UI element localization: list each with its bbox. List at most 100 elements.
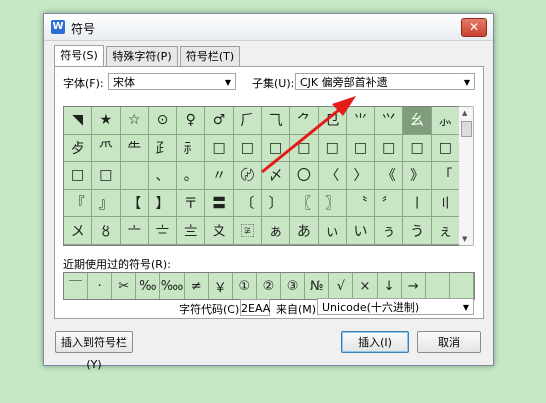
recent-symbol-cell[interactable]: №	[305, 273, 330, 299]
recent-symbol-cell[interactable]	[450, 273, 474, 299]
symbol-cell[interactable]: 〞	[375, 189, 404, 218]
symbol-cell[interactable]: □	[290, 134, 319, 163]
symbol-cell[interactable]: ★	[92, 107, 121, 135]
symbol-cell[interactable]: い	[346, 217, 376, 245]
symbol-cell[interactable]: 〇	[290, 162, 319, 190]
insert-button[interactable]: 插入(I)	[341, 331, 409, 353]
symbol-cell[interactable]: ⺪	[148, 134, 178, 163]
symbol-cell[interactable]: ⺬	[177, 134, 206, 163]
symbol-cell[interactable]: ⺍	[375, 107, 404, 135]
symbol-cell[interactable]: ⺄	[262, 107, 291, 135]
recent-symbol-cell[interactable]: ②	[257, 273, 282, 299]
symbol-cell[interactable]: 〦	[120, 217, 149, 245]
charcode-input[interactable]: 2EAA	[240, 299, 270, 316]
symbol-cell[interactable]: 〾	[233, 217, 262, 245]
symbol-cell[interactable]: ⺋	[318, 107, 347, 135]
recent-symbol-cell[interactable]: →	[402, 273, 426, 299]
close-icon[interactable]: ✕	[461, 18, 487, 37]
symbol-cell[interactable]: 』	[92, 189, 121, 218]
scroll-thumb[interactable]	[461, 121, 472, 137]
subset-select[interactable]: CJK 偏旁部首补遗 ▼	[295, 73, 475, 90]
symbol-cell[interactable]: 〒	[177, 189, 206, 218]
symbol-cell[interactable]: □	[431, 134, 460, 163]
symbol-cell[interactable]: ぇ	[431, 217, 460, 245]
symbol-cell[interactable]: 〨	[177, 217, 206, 245]
symbol-cell[interactable]: 〧	[148, 217, 178, 245]
symbol-cell[interactable]: 〃	[205, 162, 234, 190]
symbol-cell[interactable]: 「	[431, 162, 460, 190]
recent-symbol-cell[interactable]: ￣	[64, 273, 89, 299]
recent-symbol-cell[interactable]: ￥	[209, 273, 233, 299]
symbol-cell[interactable]: □	[262, 134, 291, 163]
symbol-cell[interactable]: 〕	[262, 189, 291, 218]
symbol-cell[interactable]	[120, 162, 149, 190]
scroll-down-icon[interactable]: ▼	[462, 235, 467, 243]
symbol-cell[interactable]: 。	[177, 162, 206, 190]
recent-symbol-cell[interactable]: ×	[353, 273, 378, 299]
recent-symbol-cell[interactable]: ·	[88, 273, 113, 299]
symbol-cell[interactable]: □	[318, 134, 347, 163]
symbol-cell[interactable]: ⺁	[233, 107, 262, 135]
symbol-cell[interactable]: ♀	[177, 107, 206, 135]
recent-symbol-cell[interactable]	[426, 273, 450, 299]
recent-symbol-cell[interactable]: ‰	[136, 273, 161, 299]
symbol-cell[interactable]: ◥	[64, 107, 93, 135]
symbol-cell[interactable]: 、	[148, 162, 178, 190]
scroll-up-icon[interactable]: ▲	[462, 109, 467, 117]
symbol-cell[interactable]: □	[205, 134, 234, 163]
symbol-cell[interactable]: ⺞	[64, 134, 93, 163]
symbol-cell[interactable]: ぃ	[318, 217, 347, 245]
symbol-cell[interactable]: ☆	[120, 107, 149, 135]
symbol-cell[interactable]: ⺓	[403, 107, 432, 135]
symbol-cell[interactable]: 〓	[205, 189, 234, 218]
symbol-cell[interactable]: ⺌	[346, 107, 376, 135]
symbol-cell[interactable]: 〥	[92, 217, 121, 245]
symbol-cell[interactable]: □	[233, 134, 262, 163]
symbol-cell[interactable]: 〖	[290, 189, 319, 218]
recent-symbol-cell[interactable]: ③	[281, 273, 306, 299]
symbol-cell[interactable]: ⺥	[92, 134, 121, 163]
recent-symbol-cell[interactable]: ‱	[160, 273, 185, 299]
insert-to-bar-button[interactable]: 插入到符号栏(Y)	[55, 331, 133, 371]
symbol-cell[interactable]: ♂	[205, 107, 234, 135]
tab-symbols[interactable]: 符号(S)	[54, 45, 104, 67]
symbol-cell[interactable]: 】	[148, 189, 178, 218]
symbol-cell[interactable]: 〄	[233, 162, 262, 190]
recent-symbol-cell[interactable]: ≠	[185, 273, 209, 299]
symbol-cell[interactable]: 〤	[64, 217, 93, 245]
symbol-cell[interactable]: □	[64, 162, 93, 190]
symbol-cell[interactable]: う	[403, 217, 432, 245]
grid-scrollbar[interactable]: ▲ ▼	[459, 106, 474, 246]
symbol-cell[interactable]: 〆	[262, 162, 291, 190]
symbol-cell[interactable]: 〡	[403, 189, 432, 218]
symbol-cell[interactable]: 〔	[233, 189, 262, 218]
symbol-cell[interactable]: ⺗	[431, 107, 460, 135]
symbol-cell[interactable]: ぁ	[262, 217, 291, 245]
cancel-button[interactable]: 取消	[417, 331, 481, 353]
symbol-cell[interactable]: ぅ	[375, 217, 404, 245]
recent-symbol-cell[interactable]: ①	[233, 273, 257, 299]
symbol-cell[interactable]: 〢	[431, 189, 460, 218]
tab-special-chars[interactable]: 特殊字符(P)	[106, 46, 178, 66]
symbol-cell[interactable]: 【	[120, 189, 149, 218]
symbol-cell[interactable]: ⺧	[120, 134, 149, 163]
symbol-cell[interactable]: □	[375, 134, 404, 163]
symbol-cell[interactable]: 『	[64, 189, 93, 218]
symbol-cell[interactable]: 〩	[205, 217, 234, 245]
symbol-cell[interactable]: □	[346, 134, 376, 163]
symbol-cell[interactable]: 〗	[318, 189, 347, 218]
tab-symbol-bar[interactable]: 符号栏(T)	[180, 46, 240, 66]
symbol-cell[interactable]: 〉	[346, 162, 376, 190]
font-select[interactable]: 宋体 ▼	[108, 73, 236, 90]
symbol-cell[interactable]: 《	[375, 162, 404, 190]
symbol-cell[interactable]: あ	[290, 217, 319, 245]
recent-symbol-cell[interactable]: ↓	[378, 273, 402, 299]
from-select[interactable]: Unicode(十六进制) ▼	[317, 298, 474, 315]
symbol-cell[interactable]: 》	[403, 162, 432, 190]
recent-symbol-cell[interactable]: ✂	[112, 273, 137, 299]
symbol-cell[interactable]: ⺈	[290, 107, 319, 135]
symbol-cell[interactable]: □	[92, 162, 121, 190]
recent-symbol-cell[interactable]: √	[329, 273, 354, 299]
symbol-cell[interactable]: □	[403, 134, 432, 163]
symbol-cell[interactable]: ⊙	[148, 107, 178, 135]
